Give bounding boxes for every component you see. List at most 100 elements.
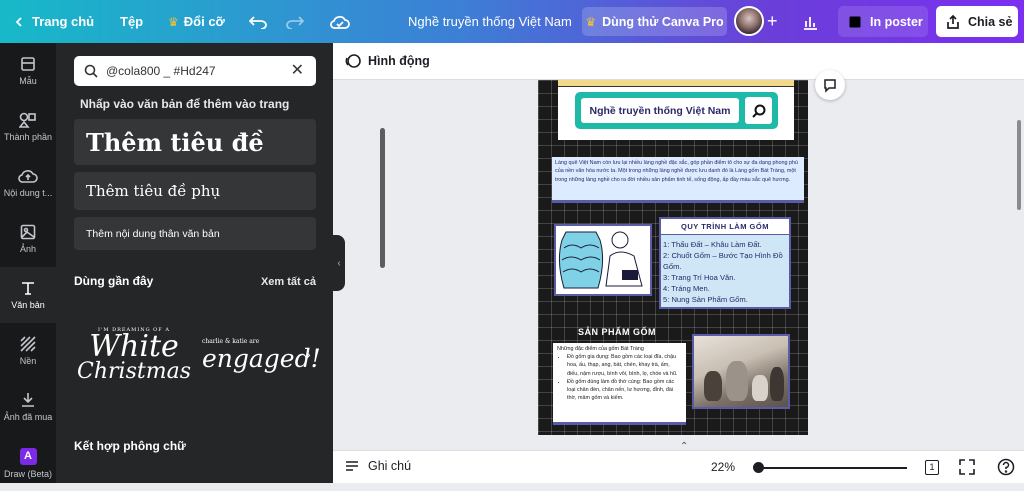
image-icon bbox=[20, 224, 36, 240]
cloud-save-button[interactable] bbox=[330, 0, 350, 43]
share-icon bbox=[947, 14, 959, 29]
rail-templates-label: Mẫu bbox=[19, 76, 37, 86]
help-icon bbox=[997, 458, 1015, 476]
rail-text[interactable]: Văn bản bbox=[0, 267, 56, 323]
add-body-text-button[interactable]: Thêm nội dung thân văn bản bbox=[74, 217, 316, 250]
undo-button[interactable] bbox=[249, 0, 267, 43]
avatar[interactable] bbox=[734, 6, 764, 36]
collapse-panel-button[interactable]: ‹ bbox=[333, 235, 345, 291]
notes-icon bbox=[346, 461, 358, 471]
notes-label: Ghi chú bbox=[368, 459, 412, 473]
products-box: Những đặc điểm của gốm Bát Tràng Đồ gốm … bbox=[553, 343, 686, 425]
home-label: Trang chủ bbox=[32, 14, 95, 29]
panel-scrollbar[interactable] bbox=[380, 128, 385, 268]
recent-font-engaged[interactable]: charlie & katie are engaged! bbox=[202, 305, 321, 405]
products-title: SẢN PHẨM GỐM bbox=[578, 327, 656, 337]
animate-label: Hình động bbox=[368, 54, 430, 68]
text-icon bbox=[22, 282, 34, 295]
templates-icon bbox=[21, 57, 35, 71]
file-menu[interactable]: Tệp bbox=[120, 0, 143, 43]
crown-icon: ♛ bbox=[168, 14, 179, 29]
fullscreen-button[interactable] bbox=[959, 459, 975, 480]
recent1-big-text-1: White bbox=[89, 329, 179, 364]
vase-illustration bbox=[554, 224, 652, 296]
rail-purchased-label: Ảnh đã mua bbox=[3, 412, 53, 422]
click-hint: Nhấp vào văn bản để thêm vào trang bbox=[80, 97, 290, 111]
home-button[interactable]: Trang chủ bbox=[14, 0, 94, 43]
see-all-link[interactable]: Xem tất cả bbox=[261, 276, 316, 288]
print-label: In poster bbox=[870, 14, 923, 29]
cloud-upload-icon bbox=[18, 170, 38, 183]
rail-background[interactable]: Nền bbox=[0, 323, 56, 379]
design-title-text: Nghề truyền thống Việt Nam bbox=[408, 14, 572, 29]
undo-icon bbox=[249, 15, 267, 29]
bottom-bar: Ghi chú 22% 1 bbox=[333, 450, 1024, 483]
rail-photos-label: Ảnh bbox=[19, 244, 36, 254]
print-icon bbox=[849, 16, 861, 27]
cloud-check-icon bbox=[330, 15, 350, 29]
add-people-button[interactable]: + bbox=[767, 0, 778, 43]
search-box[interactable]: ✕ bbox=[74, 56, 316, 86]
rail-elements[interactable]: Thành phần bbox=[0, 99, 56, 155]
file-label: Tệp bbox=[120, 14, 144, 29]
try-pro-button[interactable]: ♛ Dùng thử Canva Pro bbox=[582, 7, 727, 36]
process-step: 2: Chuốt Gốm – Bước Tạo Hình Đồ Gốm. bbox=[663, 251, 783, 271]
comment-button[interactable] bbox=[815, 70, 845, 100]
help-button[interactable] bbox=[997, 458, 1015, 481]
font-combo-title: Kết hợp phông chữ bbox=[74, 439, 186, 453]
share-label: Chia sẻ bbox=[968, 14, 1013, 29]
search-input[interactable] bbox=[106, 64, 271, 78]
zoom-slider-handle[interactable] bbox=[753, 462, 764, 473]
canvas-scrollbar[interactable] bbox=[1017, 120, 1021, 210]
rail-templates[interactable]: Mẫu bbox=[0, 43, 56, 99]
top-bar: Trang chủ Tệp ♛ Đổi cỡ Nghề truyền thống… bbox=[0, 0, 1024, 43]
add-subheading-button[interactable]: Thêm tiêu đề phụ bbox=[74, 172, 316, 210]
rail-draw-label: Draw (Beta) bbox=[3, 468, 52, 479]
products-item: Đồ gốm gia dụng: Bao gồm các loại đĩa, c… bbox=[567, 353, 682, 378]
canvas-title-text: Nghề truyền thống Việt Nam bbox=[581, 98, 739, 123]
plus-icon: + bbox=[767, 11, 778, 31]
process-step: 3: Trang Trí Hoa Văn. bbox=[663, 273, 736, 282]
rail-photos[interactable]: Ảnh bbox=[0, 211, 56, 267]
recent-font-white-christmas[interactable]: I'M DREAMING OF A White Christmas bbox=[77, 305, 191, 405]
resize-button[interactable]: ♛ Đổi cỡ bbox=[168, 0, 225, 43]
crown-icon: ♛ bbox=[585, 14, 597, 29]
process-step: 4: Tráng Men. bbox=[663, 284, 710, 293]
download-icon bbox=[22, 393, 34, 407]
comment-icon bbox=[824, 79, 836, 93]
rail-elements-label: Thành phần bbox=[3, 132, 53, 142]
print-poster-button[interactable]: In poster bbox=[838, 6, 928, 37]
chevron-left-icon: ‹ bbox=[337, 257, 341, 269]
editor-toolbar: Hình động bbox=[333, 43, 1024, 80]
process-step: 5: Nung Sản Phẩm Gốm. bbox=[663, 295, 748, 304]
canvas-search-bar: Nghề truyền thống Việt Nam bbox=[575, 92, 778, 129]
bar-chart-icon bbox=[804, 16, 817, 30]
recent1-big-text-2: Christmas bbox=[77, 359, 191, 384]
rail-purchased[interactable]: Ảnh đã mua bbox=[0, 379, 56, 435]
recent-section-title: Dùng gần đây bbox=[74, 274, 154, 288]
add-heading-button[interactable]: Thêm tiêu đề bbox=[74, 119, 316, 165]
page-count-button[interactable]: 1 bbox=[925, 460, 939, 475]
share-button[interactable]: Chia sẻ bbox=[936, 6, 1018, 37]
magnifier-icon bbox=[745, 97, 772, 124]
rail-uploads[interactable]: Nội dung t... bbox=[0, 155, 56, 211]
animate-button[interactable]: Hình động bbox=[345, 53, 430, 69]
design-title[interactable]: Nghề truyền thống Việt Nam bbox=[408, 0, 572, 43]
redo-icon bbox=[286, 15, 304, 29]
pottery-photo bbox=[692, 334, 790, 409]
design-canvas[interactable]: Nghề truyền thống Việt Nam Làng quê Việt… bbox=[538, 80, 808, 435]
rail-text-label: Văn bản bbox=[11, 300, 45, 310]
chevron-right-icon[interactable]: › bbox=[306, 346, 311, 362]
zoom-slider[interactable] bbox=[757, 467, 907, 469]
rail-background-label: Nền bbox=[19, 356, 37, 366]
process-step: 1: Thấu Đất – Khâu Làm Đất. bbox=[663, 240, 762, 249]
redo-button[interactable] bbox=[286, 0, 304, 43]
side-rail: Mẫu Thành phần Nội dung t... Ảnh Văn bản… bbox=[0, 43, 56, 483]
close-icon[interactable]: ✕ bbox=[291, 63, 304, 79]
notes-button[interactable]: Ghi chú bbox=[345, 459, 411, 473]
zoom-value: 22% bbox=[711, 460, 736, 474]
insights-button[interactable] bbox=[802, 0, 818, 43]
products-item: Đồ gốm dùng làm đồ thờ cúng: Bao gồm các… bbox=[567, 378, 682, 403]
canvas-header: Nghề truyền thống Việt Nam bbox=[558, 80, 794, 140]
try-pro-label: Dùng thử Canva Pro bbox=[602, 14, 724, 29]
